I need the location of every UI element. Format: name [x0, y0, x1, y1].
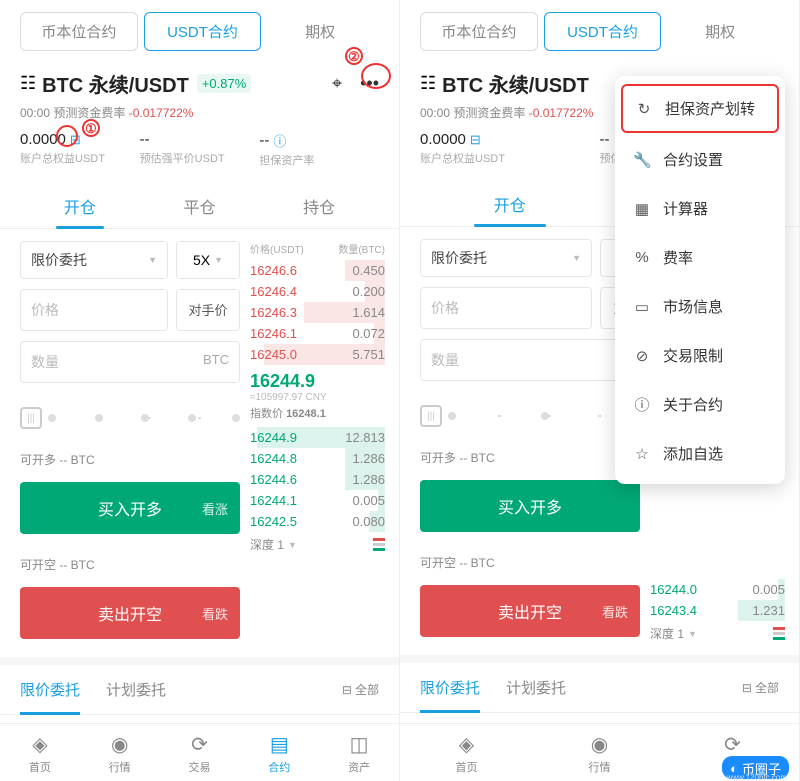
orderbook-row[interactable]: 16244.10.005: [250, 490, 385, 511]
tab-limit-orders[interactable]: 限价委托: [420, 663, 480, 712]
annotation-num-2: ②: [345, 47, 363, 65]
order-type-select[interactable]: 限价委托▼: [20, 241, 168, 279]
pair-name[interactable]: BTC 永续/USDT: [42, 69, 189, 98]
orderbook-row[interactable]: 16244.61.286: [250, 469, 385, 490]
chart-icon[interactable]: ⌖: [332, 73, 342, 94]
tab-open[interactable]: 开仓: [420, 182, 600, 226]
buy-long-button[interactable]: 买入开多看涨: [20, 482, 240, 534]
more-menu: ↻担保资产划转 🔧合约设置 ▦计算器 %费率 ▭市场信息 ⊘交易限制 ⓘ关于合约…: [615, 76, 785, 484]
orderbook-row[interactable]: 16246.40.200: [250, 281, 385, 302]
price-input[interactable]: 价格: [420, 287, 592, 329]
phone-left: 币本位合约 USDT合约 期权 ☷ BTC 永续/USDT +0.87% ⌖ •…: [0, 0, 400, 781]
view-all-orders[interactable]: ⊟全部: [742, 679, 779, 696]
orderbook-row[interactable]: 16244.912.813: [250, 427, 385, 448]
pair-header: ☷ BTC 永续/USDT +0.87% ⌖ ••• ②: [0, 61, 399, 102]
buy-long-button[interactable]: 买入开多: [420, 480, 640, 532]
nav-market[interactable]: ◉行情: [533, 732, 666, 775]
orderbook-row[interactable]: 16242.50.080: [250, 511, 385, 532]
tab-usdt-margined[interactable]: USDT合约: [544, 12, 662, 51]
tab-options[interactable]: 期权: [661, 12, 779, 51]
menu-calculator[interactable]: ▦计算器: [615, 184, 785, 233]
pair-change-pct: +0.87%: [197, 74, 251, 93]
last-price: 16244.9: [250, 371, 385, 392]
menu-favorite[interactable]: ☆添加自选: [615, 429, 785, 478]
nav-trade[interactable]: ⟳交易: [160, 732, 240, 775]
leverage-select[interactable]: 5X▼: [176, 241, 240, 279]
depth-select[interactable]: 深度 1▼: [250, 536, 297, 553]
contract-type-tabs: 币本位合约 USDT合约 期权: [0, 0, 399, 61]
depth-select[interactable]: 深度 1▼: [650, 625, 697, 642]
tab-plan-orders[interactable]: 计划委托: [106, 665, 166, 714]
phone-right: 币本位合约 USDT合约 期权 ☷ BTC 永续/USDT 00:00 预测资金…: [400, 0, 800, 781]
orderbook-row[interactable]: 16243.41.231: [650, 600, 785, 621]
tab-options[interactable]: 期权: [261, 12, 379, 51]
view-all-orders[interactable]: ⊟全部: [342, 681, 379, 698]
tab-limit-orders[interactable]: 限价委托: [20, 665, 80, 714]
tab-usdt-margined[interactable]: USDT合约: [144, 12, 262, 51]
orderbook-row[interactable]: 16244.81.286: [250, 448, 385, 469]
annotation-num-1: ①: [82, 119, 100, 137]
orderbook-row[interactable]: 16244.00.005: [650, 579, 785, 600]
available-short: 可开空 -- BTC: [20, 552, 240, 577]
tab-positions[interactable]: 持仓: [259, 184, 379, 228]
menu-trade-limit[interactable]: ⊘交易限制: [615, 331, 785, 380]
watermark-url: www.120btc.com: [727, 773, 787, 781]
tab-coin-margined[interactable]: 币本位合约: [20, 12, 138, 51]
nav-market[interactable]: ◉行情: [80, 732, 160, 775]
nav-home[interactable]: ◈首页: [400, 732, 533, 775]
quantity-input[interactable]: 数量BTC: [20, 341, 240, 383]
nav-contract[interactable]: ▤合约: [239, 732, 319, 775]
orderbook-layout-toggle[interactable]: [373, 538, 385, 551]
pair-switch-icon[interactable]: ☷: [420, 73, 436, 94]
available-long: 可开多 -- BTC: [20, 447, 240, 472]
quantity-input[interactable]: 数量: [420, 339, 640, 381]
orderbook-row[interactable]: 16246.10.072: [250, 323, 385, 344]
menu-market-info[interactable]: ▭市场信息: [615, 282, 785, 331]
leverage-slider[interactable]: |||: [20, 393, 240, 437]
bottom-nav: ◈首页 ◉行情 ⟳交易 ▤合约 ◫资产: [0, 723, 399, 781]
sell-short-button[interactable]: 卖出开空看跌: [420, 585, 640, 637]
tab-plan-orders[interactable]: 计划委托: [506, 663, 566, 712]
orderbook-layout-toggle[interactable]: [773, 627, 785, 640]
menu-fee-rate[interactable]: %费率: [615, 233, 785, 282]
tab-open[interactable]: 开仓: [20, 184, 140, 228]
info-icon[interactable]: ⓘ: [273, 131, 286, 150]
tab-coin-margined[interactable]: 币本位合约: [420, 12, 538, 51]
orders-tabs: 限价委托 计划委托 ⊟全部: [0, 657, 399, 715]
trade-area: 限价委托▼ 5X▼ 价格 对手价 数量BTC ||| 可开多 -- BTC 买入…: [0, 229, 399, 647]
price-input[interactable]: 价格: [20, 289, 168, 331]
opponent-price-button[interactable]: 对手价: [176, 289, 240, 331]
annotation-circle-1: [56, 125, 78, 147]
menu-transfer[interactable]: ↻担保资产划转: [621, 84, 779, 133]
nav-home[interactable]: ◈首页: [0, 732, 80, 775]
leverage-slider[interactable]: |||: [420, 391, 640, 435]
funding-fee-row: 00:00 预测资金费率 -0.017722%: [0, 102, 399, 127]
orderbook-row[interactable]: 16246.31.614: [250, 302, 385, 323]
tab-close[interactable]: 平仓: [140, 184, 260, 228]
orderbook: 价格(USDT)数量(BTC) 16246.60.45016246.40.200…: [250, 241, 385, 647]
balance-row: ① 0.0000⊟ 账户总权益USDT -- 预估强平价USDT -- ⓘ 担保…: [0, 127, 399, 176]
position-tabs: 开仓 平仓 持仓: [0, 180, 399, 229]
sell-short-button[interactable]: 卖出开空看跌: [20, 587, 240, 639]
annotation-circle-2: [361, 63, 391, 89]
pair-switch-icon[interactable]: ☷: [20, 73, 36, 94]
menu-about[interactable]: ⓘ关于合约: [615, 380, 785, 429]
orderbook-row[interactable]: 16246.60.450: [250, 260, 385, 281]
menu-settings[interactable]: 🔧合约设置: [615, 135, 785, 184]
order-type-select[interactable]: 限价委托▼: [420, 239, 592, 277]
nav-assets[interactable]: ◫资产: [319, 732, 399, 775]
orderbook-row[interactable]: 16245.05.751: [250, 344, 385, 365]
pair-name[interactable]: BTC 永续/USDT: [442, 69, 589, 98]
